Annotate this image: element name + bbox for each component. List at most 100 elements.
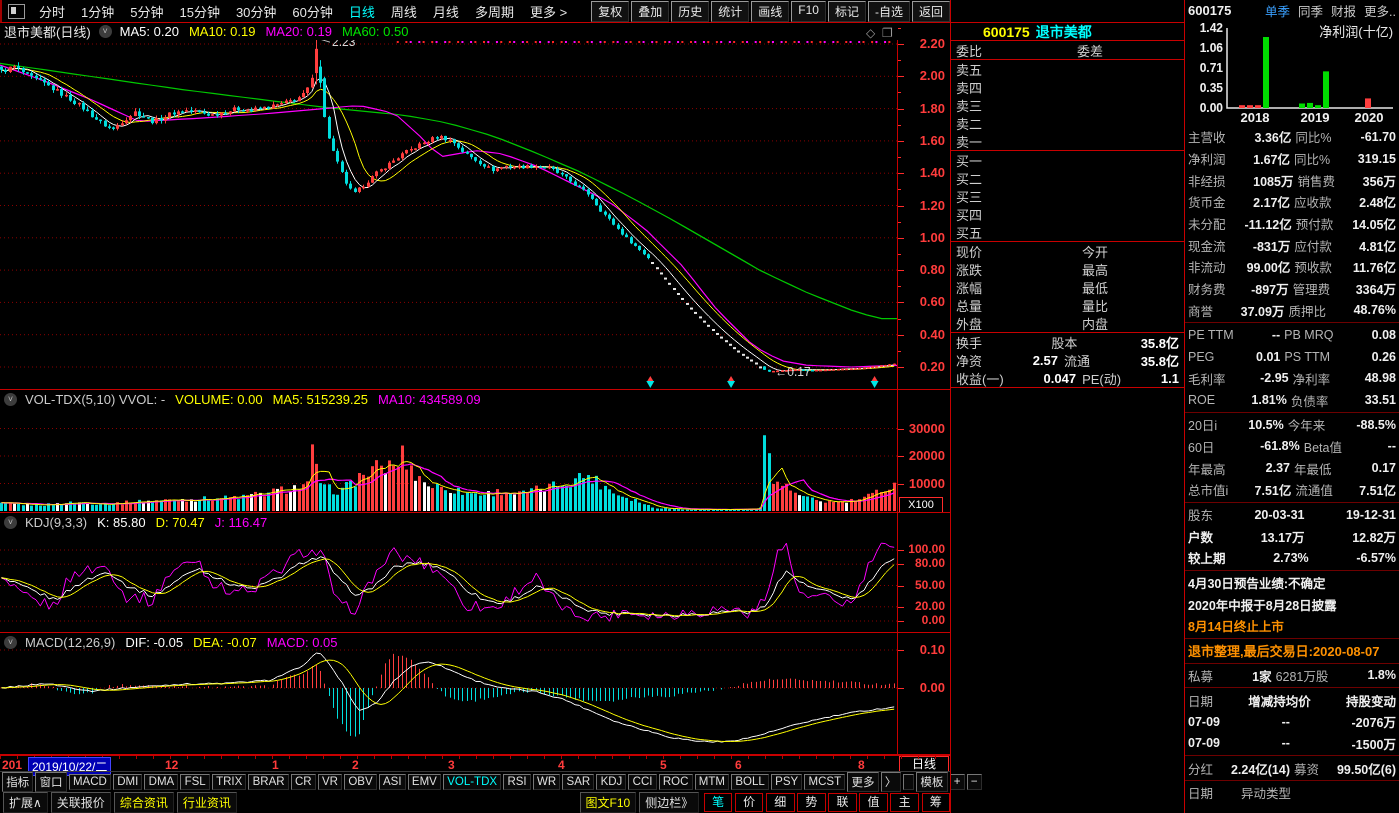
axis-label: 10000: [909, 476, 945, 491]
menu-item-5分钟[interactable]: 5分钟: [122, 2, 171, 21]
bottom-tab-行业资讯[interactable]: 行业资讯: [177, 792, 237, 813]
indicator-tab-MACD[interactable]: MACD: [69, 774, 111, 790]
bottom-tab-扩展∧[interactable]: 扩展∧: [3, 792, 48, 813]
toolbar-button-历史[interactable]: 历史: [671, 1, 709, 22]
indicator-tab-更多[interactable]: 更多: [847, 772, 878, 792]
indicator-tab-ASI[interactable]: ASI: [379, 774, 406, 790]
indicator-tab-SAR[interactable]: SAR: [562, 774, 594, 790]
mini-tab-联[interactable]: 联: [828, 793, 857, 812]
chevron-down-icon[interactable]: ˅: [4, 516, 17, 529]
template-button[interactable]: 模板: [916, 772, 947, 792]
menu-item-月线[interactable]: 月线: [425, 2, 467, 21]
time-axis[interactable]: 201 2019/10/22/二 121234568: [0, 755, 950, 771]
indicator-tab-RSI[interactable]: RSI: [503, 774, 531, 790]
indicator-tab-BRAR[interactable]: BRAR: [248, 774, 288, 790]
indicator-tab-DMA[interactable]: DMA: [144, 774, 178, 790]
chevron-down-icon[interactable]: ˅: [99, 25, 112, 38]
graphic-f10-button[interactable]: 图文F10: [580, 792, 637, 813]
axis-tick: [898, 550, 904, 551]
indicator-tab-KDJ[interactable]: KDJ: [596, 774, 626, 790]
stock-code[interactable]: 600175: [983, 24, 1030, 40]
chevron-down-icon[interactable]: ˅: [4, 393, 17, 406]
volume-chart[interactable]: [0, 390, 897, 513]
toolbar-button-返回[interactable]: 返回: [912, 1, 950, 22]
indicator-tab-窗口[interactable]: 窗口: [35, 772, 66, 792]
toolbar-button-统计[interactable]: 统计: [711, 1, 749, 22]
menu-item-周线[interactable]: 周线: [383, 2, 425, 21]
toolbar-button--自选[interactable]: -自选: [868, 1, 910, 22]
bottom-tab-综合资讯[interactable]: 综合资讯: [114, 792, 174, 813]
axis-label: 0.60: [920, 294, 945, 309]
layout-grid-icon[interactable]: [8, 4, 25, 19]
indicator-tab-MCST[interactable]: MCST: [804, 774, 845, 790]
volume-unit-label: X100: [899, 497, 943, 513]
indicator-tab-FSL[interactable]: FSL: [180, 774, 209, 790]
indicator-value: K: 85.80: [97, 515, 145, 530]
toolbar-button-复权[interactable]: 复权: [591, 1, 629, 22]
indicator-value: D: 70.47: [156, 515, 205, 530]
axis-label: 1.80: [920, 101, 945, 116]
fin-tab-财报[interactable]: 财报: [1331, 1, 1356, 20]
window-icon[interactable]: ❐: [882, 26, 893, 40]
indicator-tab-〉[interactable]: 〉: [881, 772, 901, 792]
indicator-value: MA10: 434589.09: [378, 392, 481, 407]
menu-item-日线[interactable]: 日线: [341, 2, 383, 21]
fin-tab-单季[interactable]: 单季: [1265, 1, 1290, 20]
menu-item-多周期[interactable]: 多周期: [467, 2, 522, 21]
stat-label: 流通: [1064, 351, 1090, 370]
menu-item-1分钟[interactable]: 1分钟: [73, 2, 122, 21]
indicator-tab-WR[interactable]: WR: [533, 774, 561, 790]
menu-item-30分钟[interactable]: 30分钟: [228, 2, 284, 21]
axis-label: 0.00: [920, 680, 945, 695]
price-axis: 2.202.001.801.601.401.201.000.800.600.40…: [897, 40, 951, 755]
mini-tab-值[interactable]: 值: [859, 793, 888, 812]
mini-tab-主[interactable]: 主: [890, 793, 919, 812]
indicator-tab-PSY[interactable]: PSY: [771, 774, 802, 790]
toolbar-button-画线[interactable]: 画线: [751, 1, 789, 22]
toolbar-button-F10[interactable]: F10: [791, 1, 826, 22]
indicator-tab-CCI[interactable]: CCI: [628, 774, 656, 790]
fin-row: 日期增减持均价持股变动: [1185, 689, 1399, 711]
axis-label: 0.00: [922, 613, 945, 627]
fin-row: 净利润1.67亿同比%319.15: [1185, 148, 1399, 170]
indicator-tab-VOL-TDX[interactable]: VOL-TDX: [443, 774, 501, 790]
stat-label: 股本: [1051, 333, 1077, 352]
indicator-tab-ROC[interactable]: ROC: [659, 774, 693, 790]
mini-tab-细[interactable]: 细: [766, 793, 795, 812]
stock-name[interactable]: 退市美都: [1036, 22, 1092, 42]
indicator-tab-TRIX[interactable]: TRIX: [212, 774, 247, 790]
sidebar-toggle[interactable]: 侧边栏》: [639, 792, 699, 813]
macd-panel-header: ˅MACD(12,26,9)DIF: -0.05DEA: -0.07MACD: …: [4, 635, 338, 650]
toolbar-button-标记[interactable]: 标记: [828, 1, 866, 22]
menu-item-分时[interactable]: 分时: [31, 2, 73, 21]
toolbar-button-叠加[interactable]: 叠加: [631, 1, 669, 22]
indicator-tab-VR[interactable]: VR: [318, 774, 342, 790]
main-candlestick-chart[interactable]: [0, 40, 897, 389]
indicator-tab-OBV[interactable]: OBV: [344, 774, 377, 790]
quote-label: 内盘: [1082, 314, 1108, 333]
indicator-tab-BOLL[interactable]: BOLL: [731, 774, 769, 790]
bottom-tab-关联报价[interactable]: 关联报价: [51, 792, 111, 813]
fin-tab-更多..[interactable]: 更多..: [1364, 1, 1396, 20]
menu-item-15分钟[interactable]: 15分钟: [171, 2, 227, 21]
fin-row: PE TTM--PB MRQ0.08: [1185, 324, 1399, 346]
indicator-tab-DMI[interactable]: DMI: [113, 774, 142, 790]
mini-tab-势[interactable]: 势: [797, 793, 826, 812]
axis-label: 100.00: [908, 542, 945, 556]
menu-item-60分钟[interactable]: 60分钟: [284, 2, 340, 21]
kdj-chart[interactable]: [0, 513, 897, 633]
diamond-icon[interactable]: ◇: [866, 26, 875, 40]
mini-tab-筹[interactable]: 筹: [922, 793, 951, 812]
fin-tab-同季[interactable]: 同季: [1298, 1, 1323, 20]
fin-row: 非流动99.00亿预收款11.76亿: [1185, 256, 1399, 278]
menu-item-更多 >[interactable]: 更多 >: [522, 2, 575, 21]
mini-tab-价[interactable]: 价: [735, 793, 764, 812]
indicator-tab-指标[interactable]: 指标: [2, 772, 33, 792]
indicator-tab-EMV[interactable]: EMV: [408, 774, 441, 790]
chevron-down-icon[interactable]: ˅: [4, 636, 17, 649]
indicator-tab-CR[interactable]: CR: [291, 774, 316, 790]
macd-chart[interactable]: [0, 633, 897, 755]
mini-tab-笔[interactable]: 笔: [704, 793, 733, 812]
indicator-tab-MTM[interactable]: MTM: [695, 774, 730, 790]
month-label: 8: [858, 758, 865, 772]
